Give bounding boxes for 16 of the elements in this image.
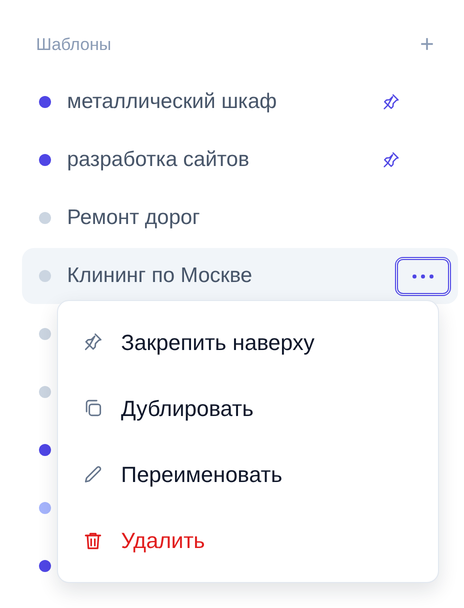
menu-item-label: Удалить [121, 527, 205, 556]
list-item-highlight[interactable]: Клининг по Москве [22, 248, 458, 304]
more-icon [412, 274, 434, 278]
more-button[interactable] [395, 256, 451, 296]
menu-item-label: Закрепить наверху [121, 328, 315, 357]
menu-item[interactable]: Дублировать [58, 375, 438, 442]
menu-item[interactable]: Закрепить наверху [58, 309, 438, 376]
section-title: Шаблоны [36, 34, 112, 56]
menu-item[interactable]: Переименовать [58, 442, 438, 508]
template-name[interactable]: Клининг по Москве [67, 260, 252, 292]
template-name[interactable]: разработка сайтов [67, 144, 250, 176]
menu-item-label: Переименовать [121, 461, 282, 490]
template-name[interactable]: металлический шкаф [67, 86, 277, 118]
template-name[interactable]: Ремонт дорог [67, 202, 200, 234]
menu-item-label: Дублировать [121, 394, 254, 423]
menu-item[interactable]: Удалить [58, 508, 438, 574]
